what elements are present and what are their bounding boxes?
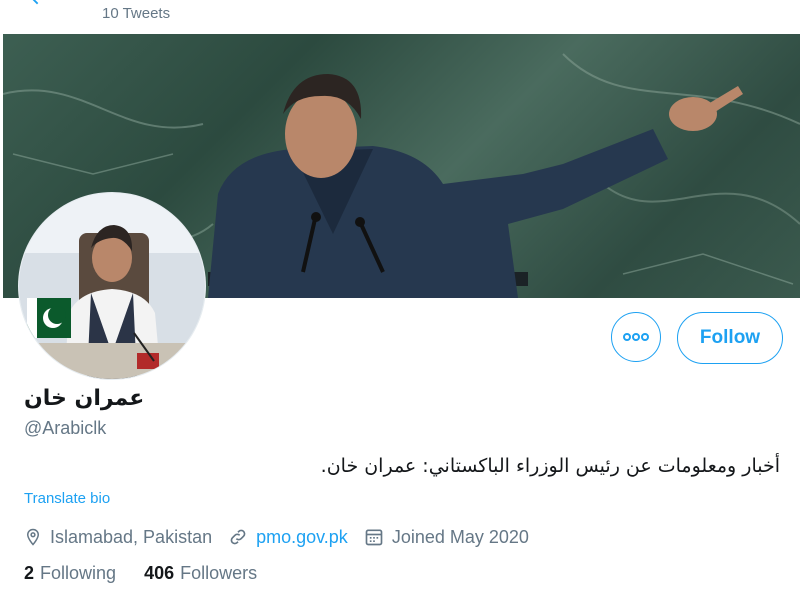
user-handle: @Arabiclk (24, 418, 107, 438)
website-link[interactable]: pmo.gov.pk (256, 527, 348, 548)
display-name: عمران خان (24, 386, 145, 411)
join-date-text: Joined May 2020 (391, 526, 529, 547)
translate-bio-link[interactable]: Translate bio (24, 490, 110, 507)
following-count: 2 (24, 563, 35, 583)
tweets-count: 10 Tweets (102, 5, 171, 22)
profile-stats: 2 Following 406 Followers (24, 563, 285, 584)
link-icon (230, 529, 246, 545)
profile-header: 10 Tweets (0, 0, 800, 34)
profile-page: 10 Tweets Follow عمران خان @Arabiclk أخب… (0, 0, 800, 600)
more-options-button[interactable] (611, 312, 661, 362)
following-label: Following (40, 563, 117, 583)
location: Islamabad, Pakistan (24, 527, 212, 548)
location-text: Islamabad, Pakistan (50, 526, 213, 547)
following-stat[interactable]: 2 Following (24, 563, 116, 584)
calendar-icon (365, 529, 383, 546)
location-pin-icon (26, 528, 40, 546)
follow-button[interactable]: Follow (677, 312, 783, 364)
avatar[interactable] (19, 193, 205, 379)
website[interactable]: pmo.gov.pk (228, 527, 348, 548)
profile-bio: أخبار ومعلومات عن رئيس الوزراء الباكستان… (320, 455, 780, 477)
profile-meta: Islamabad, Pakistan pmo.gov.pk Joined Ma… (24, 524, 545, 550)
followers-label: Followers (180, 563, 258, 583)
more-dots-icon (623, 333, 649, 341)
join-date: Joined May 2020 (364, 527, 529, 548)
followers-stat[interactable]: 406 Followers (144, 563, 257, 584)
followers-count: 406 (144, 563, 175, 583)
arrow-left-icon[interactable] (26, 0, 48, 8)
